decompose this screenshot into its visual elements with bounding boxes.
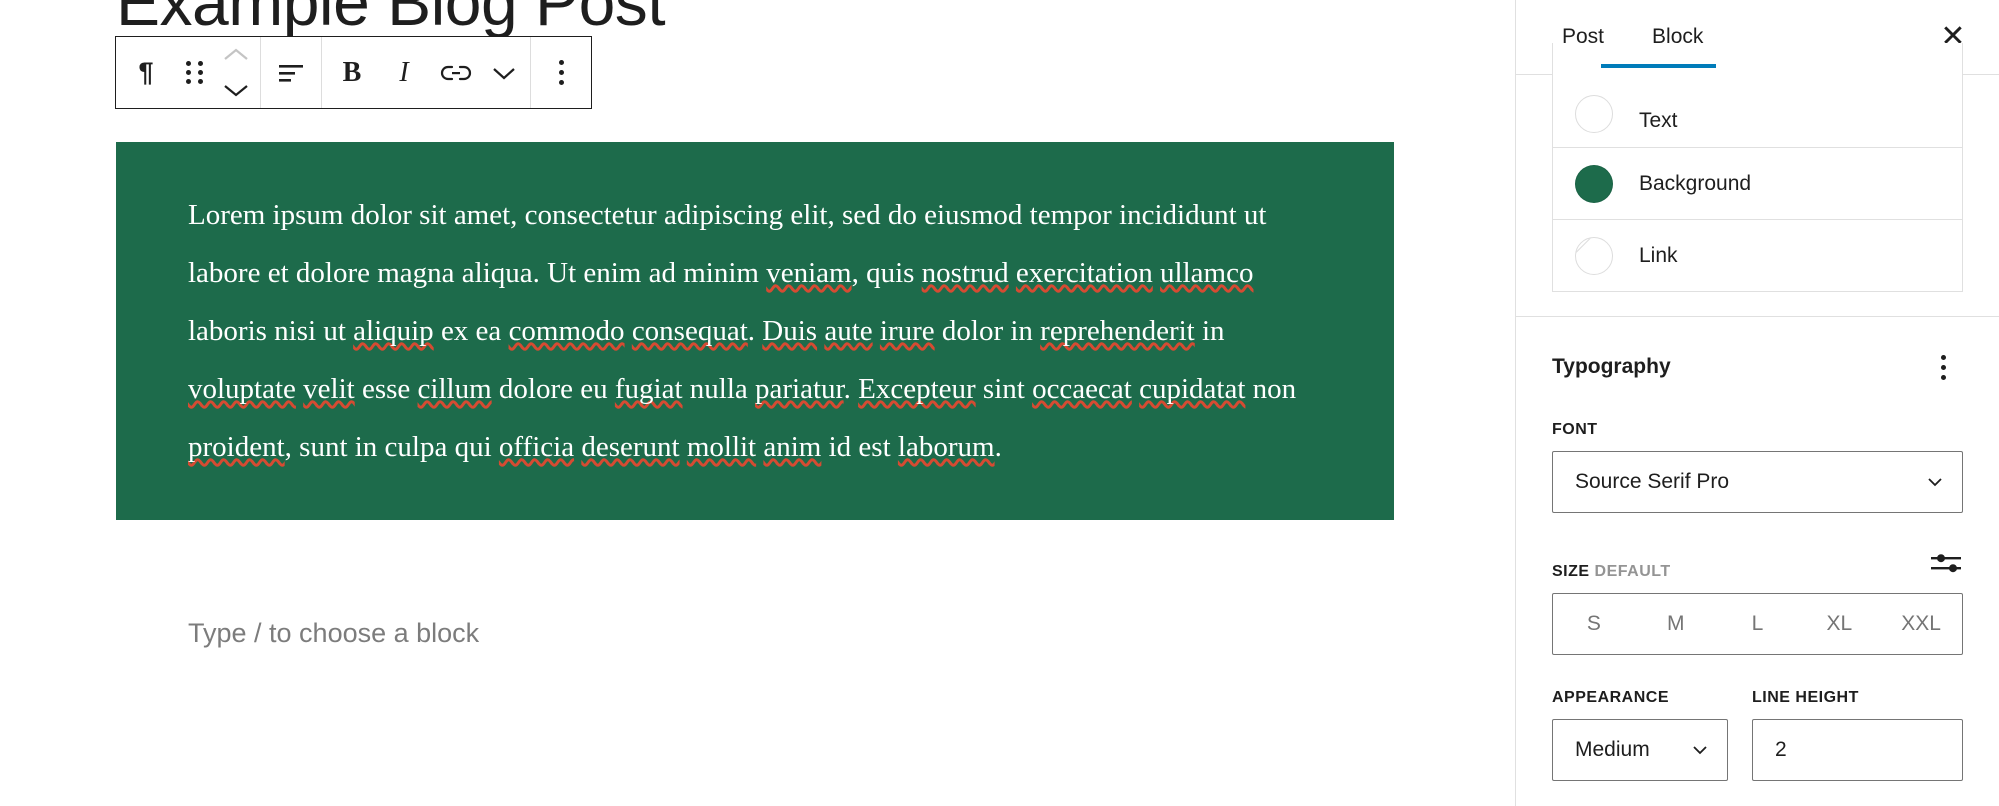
paragraph-icon[interactable]: ¶ [120, 37, 172, 108]
chevron-down-icon[interactable] [216, 73, 256, 109]
link-color-swatch-icon[interactable] [1575, 236, 1613, 275]
color-row-label: Text [1639, 109, 1678, 132]
color-row-label: Link [1639, 243, 1678, 267]
font-select[interactable]: Source Serif Pro [1552, 451, 1963, 513]
link-icon[interactable] [430, 37, 482, 108]
active-tab-indicator [1601, 64, 1716, 68]
font-select-value: Source Serif Pro [1575, 470, 1730, 493]
appearance-field: APPEARANCE Medium [1552, 689, 1728, 781]
chevron-down-icon[interactable] [482, 37, 526, 108]
paragraph-block-text[interactable]: Lorem ipsum dolor sit amet, consectetur … [188, 186, 1322, 476]
paragraph-block[interactable]: Lorem ipsum dolor sit amet, consectetur … [116, 142, 1394, 520]
block-toolbar: ¶ B I [115, 36, 592, 109]
size-option-xl[interactable]: XL [1798, 594, 1880, 654]
editor-canvas: Example Blog Post ¶ B I Lorem ipsum dolo… [0, 0, 1515, 806]
chevron-down-icon [1691, 741, 1709, 759]
toolbar-group-align [261, 37, 322, 108]
size-option-xxl[interactable]: XXL [1880, 594, 1962, 654]
size-option-l[interactable]: L [1717, 594, 1799, 654]
line-height-input[interactable]: 2 [1752, 719, 1963, 781]
font-size-options: S M L XL XXL [1552, 593, 1963, 655]
size-label-text: SIZE [1552, 563, 1590, 580]
size-field-label: SIZE DEFAULT [1552, 563, 1671, 581]
size-option-m[interactable]: M [1635, 594, 1717, 654]
appearance-select[interactable]: Medium [1552, 719, 1728, 781]
color-panel: Text Background Link [1516, 43, 1999, 317]
color-row-link[interactable]: Link [1553, 219, 1962, 291]
paragraph-glyph: ¶ [138, 57, 154, 87]
wordpress-block-editor: Example Blog Post ¶ B I Lorem ipsum dolo… [0, 0, 1999, 806]
empty-block-placeholder[interactable]: Type / to choose a block [188, 618, 479, 649]
color-row-text[interactable]: Text [1553, 43, 1962, 147]
block-mover [216, 37, 256, 108]
typography-panel-header: Typography [1552, 347, 1963, 387]
settings-sidebar: Post Block ✕ Text Background Link Typogr… [1515, 0, 1999, 806]
three-dots-vertical-icon[interactable] [535, 37, 587, 108]
appearance-line-height-row: APPEARANCE Medium LINE HEIGHT 2 [1552, 689, 1963, 781]
drag-dots [185, 61, 203, 84]
toolbar-group-block: ¶ [116, 37, 261, 108]
bold-label: B [342, 56, 362, 88]
color-row-label: Background [1639, 171, 1752, 195]
page-title[interactable]: Example Blog Post [116, 0, 1116, 41]
line-height-value: 2 [1775, 738, 1787, 761]
color-row-background[interactable]: Background [1553, 147, 1962, 219]
italic-button[interactable]: I [378, 37, 430, 108]
size-option-s[interactable]: S [1553, 594, 1635, 654]
color-swatch-list: Text Background Link [1552, 43, 1963, 292]
options-dots [558, 60, 564, 85]
toolbar-group-options [531, 37, 591, 108]
line-height-field: LINE HEIGHT 2 [1752, 689, 1963, 781]
font-field-label: FONT [1552, 421, 1598, 438]
chevron-up-icon[interactable] [216, 37, 256, 73]
typography-panel: Typography FONT Source Serif Pro SIZE DE… [1516, 317, 1999, 781]
three-dots-vertical-icon[interactable] [1923, 347, 1963, 387]
italic-label: I [399, 56, 409, 88]
typography-title: Typography [1552, 355, 1671, 378]
size-value-label: DEFAULT [1594, 563, 1671, 580]
text-color-swatch-icon[interactable] [1575, 95, 1613, 133]
background-color-swatch-icon[interactable] [1575, 164, 1613, 203]
align-left-icon[interactable] [265, 37, 317, 108]
line-height-field-label: LINE HEIGHT [1752, 689, 1859, 706]
size-field-header: SIZE DEFAULT [1552, 547, 1963, 581]
bold-button[interactable]: B [326, 37, 378, 108]
sliders-icon[interactable] [1929, 547, 1963, 581]
drag-handle-icon[interactable] [172, 37, 216, 108]
appearance-select-value: Medium [1575, 738, 1650, 761]
chevron-down-icon [1926, 473, 1944, 491]
toolbar-group-format: B I [322, 37, 531, 108]
appearance-field-label: APPEARANCE [1552, 689, 1670, 706]
